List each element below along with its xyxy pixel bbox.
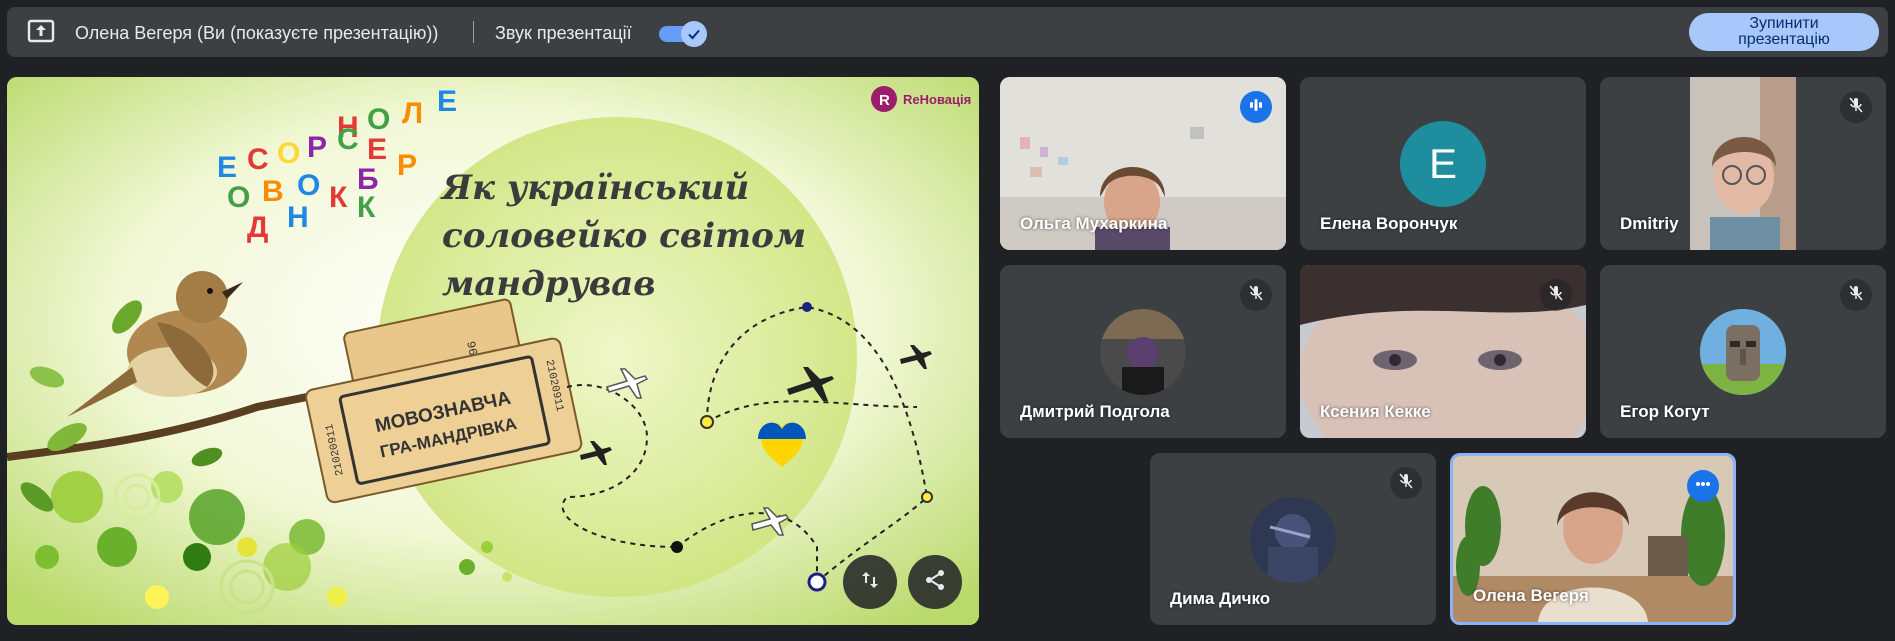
participant-tile[interactable]: Ольга Мухаркина [1000, 77, 1286, 250]
letter: Е [437, 85, 457, 118]
letter: Е [217, 151, 237, 184]
mute-indicator [1540, 279, 1572, 311]
mute-indicator [1840, 279, 1872, 311]
avatar: Е [1400, 121, 1486, 207]
present-to-all-icon [27, 19, 55, 44]
participant-tile[interactable]: Е Елена Ворончук [1300, 77, 1586, 250]
participant-tile-self[interactable]: Олена Вегеря [1450, 453, 1736, 625]
letter: Н [287, 201, 309, 234]
more-dots-icon [1694, 475, 1712, 498]
avatar [1100, 309, 1186, 395]
presenter-label: Олена Вегеря (Ви (показуєте презентацію)… [75, 23, 439, 43]
participant-name: Олена Вегеря [1473, 586, 1589, 605]
letter: О [227, 181, 250, 214]
letter: Л [402, 97, 423, 130]
mic-off-icon [1847, 96, 1865, 119]
slide-title-line1: Як український [440, 168, 749, 208]
participant-tile[interactable]: Dmitriy [1600, 77, 1886, 250]
divider [473, 21, 474, 43]
brand-text: ReНовація [903, 92, 971, 107]
share-button[interactable] [908, 555, 962, 609]
participant-name: Дима Дичко [1170, 589, 1271, 608]
stop-label-line1: Зупинити [1749, 15, 1819, 32]
slide-title-line2: соловейко світом [442, 216, 806, 256]
share-icon [923, 568, 947, 597]
participant-name: Елена Ворончук [1320, 214, 1458, 233]
avatar-initial: Е [1428, 140, 1457, 187]
slide-title-line3: мандрував [442, 264, 656, 304]
check-icon [681, 21, 707, 47]
stop-label-line2: презентацію [1738, 31, 1830, 48]
participant-tile[interactable]: Егор Когут [1600, 265, 1886, 438]
participant-tile[interactable]: Ксения Кекке [1300, 265, 1586, 438]
letter: К [329, 181, 348, 214]
mute-indicator [1390, 467, 1422, 499]
letter: О [297, 169, 320, 202]
participant-name: Дмитрий Подгола [1020, 402, 1170, 421]
letter: Е [367, 133, 387, 166]
presentation-stage: Н О Л Е Е С О Р С Е Р О В О К Б Д Н К R … [7, 77, 979, 625]
presentation-bar: Олена Вегеря (Ви (показуєте презентацію)… [7, 7, 1888, 57]
participant-tile[interactable]: Дмитрий Подгола [1000, 265, 1286, 438]
avatar [1250, 497, 1336, 583]
letter: В [262, 175, 284, 208]
letter: О [277, 137, 300, 170]
presentation-sound-toggle[interactable] [659, 21, 707, 47]
swap-vert-icon [858, 568, 882, 597]
video-feed [1690, 77, 1796, 250]
swap-layout-button[interactable] [843, 555, 897, 609]
svg-text:R: R [879, 92, 890, 109]
mic-off-icon [1547, 284, 1565, 307]
participant-name: Егор Когут [1620, 402, 1710, 421]
letter: С [337, 123, 359, 156]
mute-indicator [1240, 279, 1272, 311]
participant-name: Ксения Кекке [1320, 402, 1431, 421]
audio-bars-icon [1247, 96, 1265, 119]
speaking-indicator [1240, 91, 1272, 123]
letter: С [247, 143, 269, 176]
mute-indicator [1840, 91, 1872, 123]
avatar [1700, 309, 1786, 395]
letter: Д [247, 211, 268, 244]
letter: Р [307, 131, 327, 164]
more-options-button[interactable] [1687, 470, 1719, 502]
letter: Р [397, 149, 417, 182]
stop-presenting-button[interactable]: Зупинити презентацію [1689, 13, 1879, 51]
participant-name: Dmitriy [1620, 214, 1679, 233]
slide-canvas: Н О Л Е Е С О Р С Е Р О В О К Б Д Н К R … [7, 77, 979, 625]
mic-off-icon [1247, 284, 1265, 307]
mic-off-icon [1397, 472, 1415, 495]
letter: К [357, 191, 376, 224]
participant-tile[interactable]: Дима Дичко [1150, 453, 1436, 625]
letter: О [367, 103, 390, 136]
participant-name: Ольга Мухаркина [1020, 214, 1168, 233]
presentation-sound-label: Звук презентації [495, 23, 632, 43]
mic-off-icon [1847, 284, 1865, 307]
